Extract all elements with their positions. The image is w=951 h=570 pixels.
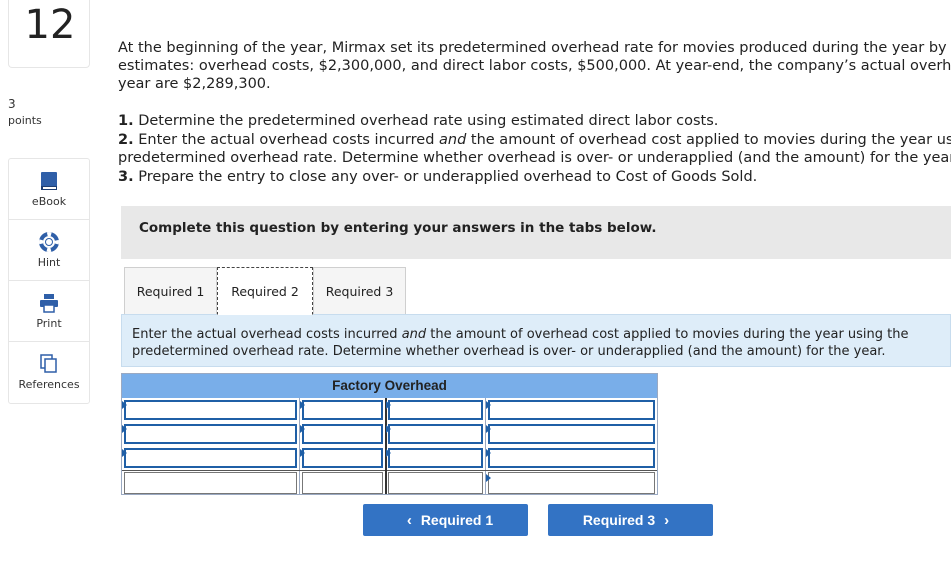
debit-amount-input[interactable] [302,424,383,444]
stem-line-2: estimates: overhead costs, $2,300,000, a… [118,58,951,74]
references-label: References [18,378,80,391]
t-account-row [122,446,657,470]
t-account-total-row [122,470,657,495]
hint-label: Hint [37,256,61,269]
tab-required-1[interactable]: Required 1 [124,267,217,315]
debit-amount-input[interactable] [302,400,383,420]
stem-line-1: At the beginning of the year, Mirmax set… [118,40,951,56]
copy-icon [9,354,89,374]
t-account-row [122,422,657,446]
banner-text: Complete this question by entering your … [139,220,657,236]
instruction-pre: Enter the actual overhead costs incurred [132,327,402,342]
requirement-tabs: Required 1 Required 2 Required 3 [124,267,406,315]
credit-balance-input[interactable] [388,472,483,494]
points-value: 3 [8,97,16,111]
requirement-1: 1. Determine the predetermined overhead … [118,113,719,129]
credit-label-input[interactable] [488,448,655,468]
tools-panel: eBook Hint Print References [8,158,90,404]
previous-required-button[interactable]: ‹ Required 1 [363,504,528,536]
stem-line-3: year are $2,289,300. [118,76,271,92]
question-number: 12 [24,2,76,48]
hint-button[interactable]: Hint [9,220,89,281]
tab-instructions: Enter the actual overhead costs incurred… [121,314,951,367]
debit-label-input[interactable] [124,400,297,420]
references-button[interactable]: References [9,342,89,403]
debit-label-input[interactable] [124,424,297,444]
ebook-button[interactable]: eBook [9,159,89,220]
balance-side-input[interactable] [488,472,655,494]
requirement-2-cont: predetermined overhead rate. Determine w… [118,150,951,166]
chevron-right-icon: › [664,511,670,529]
debit-label-input[interactable] [124,448,297,468]
requirement-3: 3. Prepare the entry to close any over- … [118,168,758,185]
credit-amount-input[interactable] [388,400,483,420]
requirements-list: 1. Determine the predetermined overhead … [118,112,951,186]
chevron-left-icon: ‹ [406,511,412,529]
printer-icon [9,293,89,313]
credit-amount-input[interactable] [388,424,483,444]
previous-label: Required 1 [420,512,494,528]
credit-label-input[interactable] [488,400,655,420]
question-stem: At the beginning of the year, Mirmax set… [118,39,951,93]
print-label: Print [36,317,62,330]
question-number-card: 12 [8,0,90,68]
next-required-button[interactable]: Required 3 › [548,504,713,536]
t-account-divider [385,398,387,494]
t-account-factory-overhead: Factory Overhead [121,373,658,495]
t-account-row [122,398,657,422]
credit-amount-input[interactable] [388,448,483,468]
tab-required-2[interactable]: Required 2 [217,267,313,315]
instruction-line-2: predetermined overhead rate. Determine w… [132,344,886,359]
t-account-title: Factory Overhead [122,374,657,398]
balance-label-input[interactable] [124,472,297,494]
points-label: points [8,114,42,127]
next-label: Required 3 [582,512,656,528]
lifebuoy-icon [9,232,89,252]
instructions-banner: Complete this question by entering your … [121,206,951,259]
credit-label-input[interactable] [488,424,655,444]
requirement-2: 2. Enter the actual overhead costs incur… [118,131,951,148]
debit-amount-input[interactable] [302,448,383,468]
instruction-em: and [401,327,427,342]
print-button[interactable]: Print [9,281,89,342]
book-icon [9,171,89,191]
ebook-label: eBook [31,195,67,208]
instruction-post: the amount of overhead cost applied to m… [426,327,909,342]
debit-balance-input[interactable] [302,472,383,494]
tab-required-3[interactable]: Required 3 [313,267,406,315]
